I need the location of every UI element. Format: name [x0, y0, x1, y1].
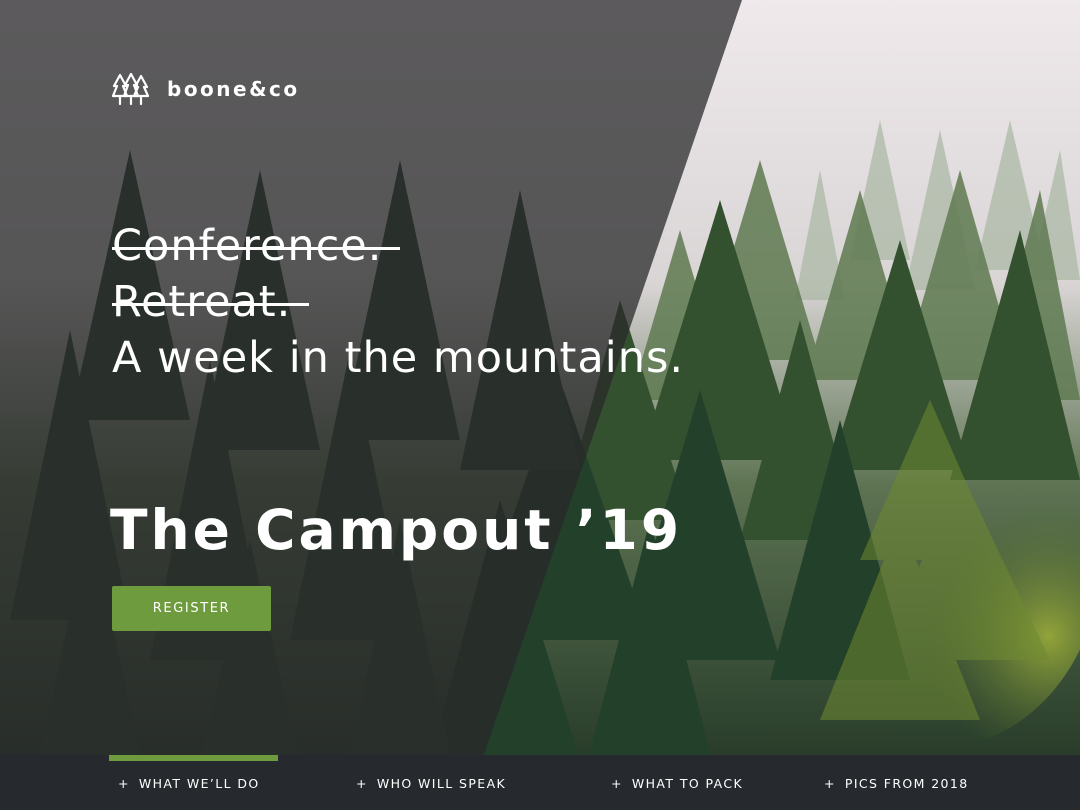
- struck-text-conference: Conference.: [112, 218, 401, 274]
- brand-logo[interactable]: boone&co: [112, 72, 300, 106]
- nav-item-label: WHAT WE’LL DO: [138, 776, 260, 791]
- active-nav-indicator: [109, 755, 278, 761]
- pine-trees-icon: [112, 72, 149, 106]
- event-title: The Campout ’19: [110, 498, 683, 562]
- nav-item-pics-from-2018[interactable]: + PICS FROM 2018: [824, 776, 969, 791]
- plus-icon: +: [118, 776, 130, 791]
- nav-item-label: PICS FROM 2018: [844, 776, 969, 791]
- nav-item-what-to-pack[interactable]: + WHAT TO PACK: [611, 776, 743, 791]
- nav-item-label: WHAT TO PACK: [631, 776, 744, 791]
- brand-name: boone&co: [167, 77, 300, 101]
- plus-icon: +: [824, 776, 836, 791]
- register-button[interactable]: REGISTER: [112, 586, 271, 631]
- struck-text-retreat: Retreat.: [112, 274, 310, 330]
- plus-icon: +: [356, 776, 368, 791]
- nav-item-what-well-do[interactable]: + WHAT WE’LL DO: [118, 776, 260, 791]
- struck-line-retreat: Retreat.: [112, 274, 684, 330]
- headline-block: Conference. Retreat. A week in the mount…: [112, 218, 684, 386]
- struck-line-conference: Conference.: [112, 218, 684, 274]
- nav-item-label: WHO WILL SPEAK: [376, 776, 507, 791]
- plus-icon: +: [611, 776, 623, 791]
- bottom-nav: + WHAT WE’LL DO + WHO WILL SPEAK + WHAT TO …: [0, 755, 1080, 810]
- nav-item-who-will-speak[interactable]: + WHO WILL SPEAK: [356, 776, 506, 791]
- hero-section: boone&co Conference. Retreat. A week in …: [0, 0, 1080, 810]
- headline-main: A week in the mountains.: [112, 333, 685, 383]
